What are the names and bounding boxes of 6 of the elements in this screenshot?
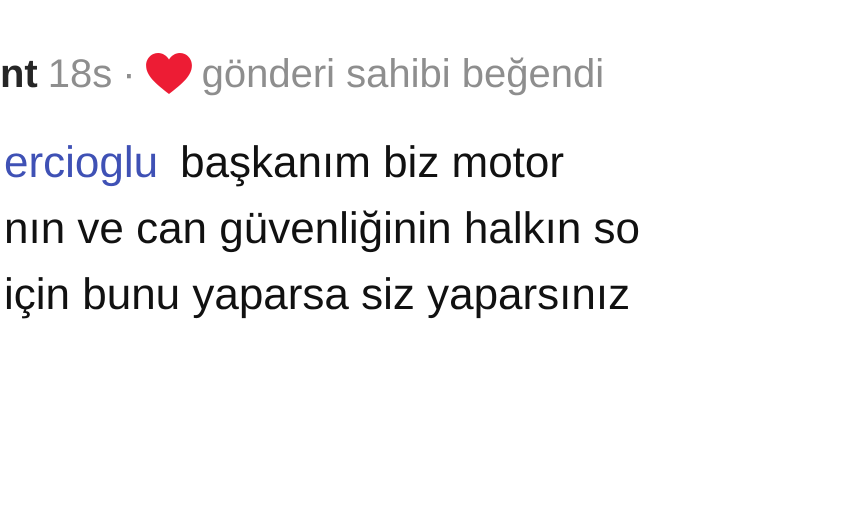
mention-link[interactable]: ercioglu — [4, 138, 158, 187]
username[interactable]: nt — [0, 48, 38, 100]
comment-time: 18s — [48, 51, 112, 98]
liked-by-author-label: gönderi sahibi beğendi — [202, 51, 604, 98]
separator-dot: · — [122, 51, 136, 98]
comment-text: ercioglu başkanım biz motor nın ve can güvenliğinin halkın so için bunu yaparsa siz yaparsınız — [3, 137, 641, 321]
